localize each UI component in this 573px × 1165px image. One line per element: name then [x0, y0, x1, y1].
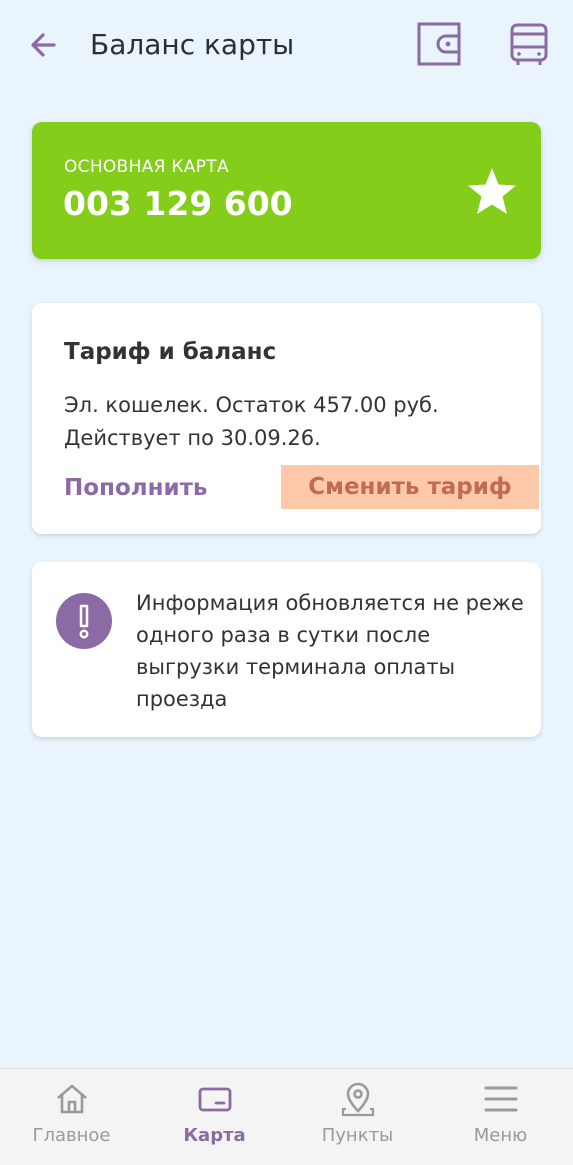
- arrow-left-icon: [31, 33, 56, 57]
- nav-label-home: Главное: [32, 1125, 111, 1146]
- wallet-button[interactable]: [414, 20, 464, 68]
- back-button[interactable]: [24, 24, 66, 66]
- card-number: 003 129 600: [63, 184, 293, 223]
- nav-item-points[interactable]: Пункты: [286, 1069, 429, 1165]
- tariff-description: Эл. кошелек. Остаток 457.00 руб. Действу…: [64, 389, 504, 455]
- nav-label-points: Пункты: [321, 1125, 394, 1146]
- info-panel: Информация обновляется не реже одного ра…: [32, 562, 541, 737]
- nav-label-card: Карта: [183, 1125, 246, 1146]
- change-tariff-button[interactable]: Сменить тариф: [281, 465, 539, 509]
- exclamation-icon: [56, 593, 112, 649]
- bus-icon: [510, 23, 548, 65]
- top-up-button[interactable]: Пополнить: [64, 466, 207, 510]
- page-title: Баланс карты: [90, 28, 295, 61]
- home-icon: [56, 1084, 87, 1114]
- star-icon: [468, 168, 516, 214]
- nav-item-card[interactable]: Карта: [143, 1069, 286, 1165]
- bottom-navigation: Главное Карта Пункты Меню: [0, 1068, 573, 1165]
- location-pin-icon: [341, 1082, 374, 1117]
- menu-icon: [484, 1086, 517, 1112]
- validity-text: Действует по 30.09.26.: [64, 426, 321, 450]
- favorite-button[interactable]: [466, 166, 518, 216]
- info-text: Информация обновляется не реже одного ра…: [136, 591, 524, 711]
- main-card[interactable]: ОСНОВНАЯ КАРТА 003 129 600: [32, 122, 541, 259]
- card-icon: [198, 1087, 231, 1112]
- wallet-icon: [417, 22, 461, 66]
- nav-item-home[interactable]: Главное: [0, 1069, 143, 1165]
- bus-button[interactable]: [504, 20, 554, 68]
- nav-label-menu: Меню: [473, 1125, 528, 1146]
- tariff-panel: Тариф и баланс Эл. кошелек. Остаток 457.…: [32, 303, 541, 534]
- tariff-title: Тариф и баланс: [64, 339, 277, 365]
- top-bar: Баланс карты: [0, 0, 573, 90]
- nav-item-menu[interactable]: Меню: [429, 1069, 572, 1165]
- balance-text: Эл. кошелек. Остаток 457.00 руб.: [64, 393, 439, 417]
- card-label: ОСНОВНАЯ КАРТА: [64, 157, 229, 177]
